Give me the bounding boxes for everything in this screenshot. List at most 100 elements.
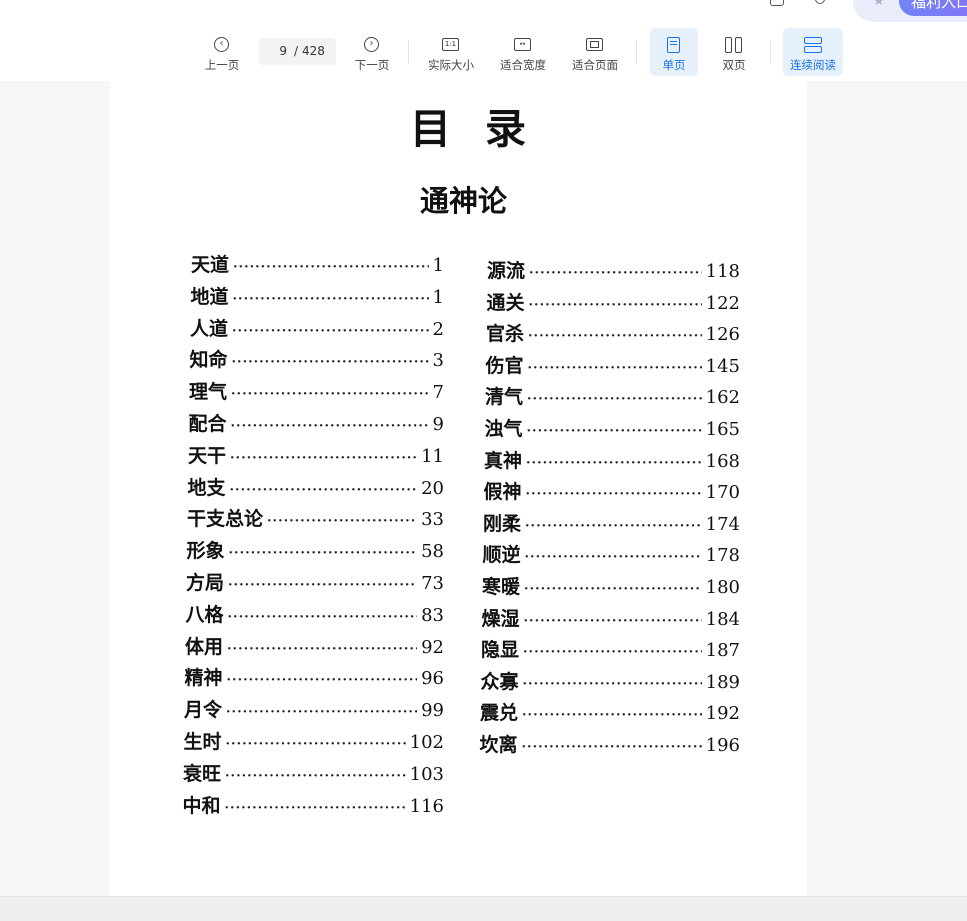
toc-entry-page: 165 xyxy=(705,419,740,440)
single-page-icon xyxy=(667,37,680,53)
toc-entry[interactable]: 方局······································… xyxy=(186,568,444,595)
toc-leader-dots: ········································… xyxy=(526,424,702,439)
toc-leader-dots: ········································… xyxy=(230,419,429,434)
toc-leader-dots: ········································… xyxy=(522,676,702,692)
toc-entry[interactable]: 刚柔······································… xyxy=(483,509,740,536)
toolbar-divider xyxy=(408,40,409,64)
toc-entry[interactable]: 天道······································… xyxy=(191,250,444,277)
double-page-button[interactable]: 双页 xyxy=(710,28,758,76)
next-page-button[interactable]: › 下一页 xyxy=(348,28,396,76)
toc-entry[interactable]: 人道······································… xyxy=(190,314,444,341)
toc-entry-title: 顺逆 xyxy=(482,544,521,567)
toc-entry-title: 地道 xyxy=(190,285,229,308)
toc-entry[interactable]: 八格······································… xyxy=(186,600,445,627)
single-page-button[interactable]: 单页 xyxy=(650,28,698,76)
toc-entry-page: 3 xyxy=(432,350,444,372)
toc-leader-dots: ········································… xyxy=(228,546,418,562)
toc-entry-title: 隐显 xyxy=(481,639,520,662)
toc-leader-dots: ········································… xyxy=(228,578,417,593)
current-page-value[interactable]: 9 xyxy=(275,38,287,65)
toc-entry-page: 1 xyxy=(432,286,444,308)
toc-entry-title: 月令 xyxy=(184,699,223,722)
toc-entry[interactable]: 知命······································… xyxy=(190,345,445,372)
toc-entry[interactable]: 隐显······································… xyxy=(481,635,740,662)
toc-entry[interactable]: 精神······································… xyxy=(185,663,445,690)
toc-entry-title: 通关 xyxy=(486,291,525,314)
chevron-right-icon: › xyxy=(364,37,379,52)
toc-entry-page: 187 xyxy=(705,640,740,662)
toc-entry[interactable]: 中和······································… xyxy=(183,791,445,818)
toc-leader-dots: ········································… xyxy=(527,360,702,376)
promo-button[interactable]: 福利入口 xyxy=(899,0,967,16)
toc-entry-title: 形象 xyxy=(186,540,225,563)
toc-leader-dots: ········································… xyxy=(225,737,406,752)
toc-entry[interactable]: 形象······································… xyxy=(187,536,445,563)
toc-entry[interactable]: 干支总论····································… xyxy=(187,504,444,531)
toc-entry-title: 天道 xyxy=(191,254,230,276)
fit-page-button[interactable]: 适合页面 xyxy=(567,28,623,76)
toc-entry-title: 理气 xyxy=(189,381,228,404)
toc-entry[interactable]: 众寡······································… xyxy=(481,667,741,694)
toc-leader-dots: ········································… xyxy=(524,582,702,597)
toc-leader-dots: ········································… xyxy=(230,450,417,466)
toc-entry[interactable]: 顺逆······································… xyxy=(483,540,741,567)
toc-entry-title: 源流 xyxy=(487,260,526,282)
toc-entry[interactable]: 清气······································… xyxy=(485,382,740,409)
pin-icon[interactable] xyxy=(815,0,825,4)
toc-leader-dots: ········································… xyxy=(523,645,702,661)
window-icon[interactable] xyxy=(770,0,784,6)
toc-entry-title: 坎离 xyxy=(479,734,518,756)
toc-entry[interactable]: 源流······································… xyxy=(487,256,740,283)
toc-leader-dots: ········································… xyxy=(523,613,702,629)
toc-subtitle: 通神论 xyxy=(420,184,508,218)
toc-entry[interactable]: 浊气······································… xyxy=(485,414,741,441)
single-page-label: 单页 xyxy=(662,58,686,72)
toc-entry-page: 102 xyxy=(409,732,444,753)
toc-entry-page: 99 xyxy=(421,700,444,722)
toc-entry[interactable]: 真神······································… xyxy=(484,446,740,473)
toc-entry-page: 33 xyxy=(421,509,444,531)
toc-entry-title: 体用 xyxy=(185,635,224,658)
toc-entry[interactable]: 生时······································… xyxy=(184,727,445,754)
toc-entry[interactable]: 震兑······································… xyxy=(480,698,740,725)
toc-entry-title: 干支总论 xyxy=(187,508,264,531)
actual-size-button[interactable]: 1:1 实际大小 xyxy=(423,28,479,76)
toc-entry[interactable]: 寒暖······································… xyxy=(482,572,740,599)
toc-entry-title: 真神 xyxy=(484,449,523,472)
toc-entry[interactable]: 理气······································… xyxy=(189,377,444,404)
toc-entry-page: 9 xyxy=(432,414,444,435)
page-number-input[interactable]: 9 / 428 xyxy=(259,38,336,65)
toc-entry[interactable]: 燥湿······································… xyxy=(482,604,741,631)
toc-entry[interactable]: 体用······································… xyxy=(185,632,444,659)
toc-entry[interactable]: 通关······································… xyxy=(487,288,741,315)
toc-entry[interactable]: 配合······································… xyxy=(189,409,445,436)
toc-entry-title: 伤官 xyxy=(485,354,524,377)
prev-page-button[interactable]: ‹ 上一页 xyxy=(198,28,246,76)
toolbar-divider xyxy=(636,40,637,64)
toc-entry-page: 196 xyxy=(705,735,740,756)
toc-entry[interactable]: 官杀······································… xyxy=(486,319,740,346)
toc-entry-page: 145 xyxy=(705,355,740,377)
toc-entry-page: 2 xyxy=(432,318,444,340)
toc-entry[interactable]: 天干······································… xyxy=(188,441,444,468)
toc-title: 目录 xyxy=(410,105,560,153)
toc-entry[interactable]: 地支······································… xyxy=(188,473,445,500)
toc-entry[interactable]: 月令······································… xyxy=(184,695,444,722)
toc-leader-dots: ········································… xyxy=(525,518,702,534)
toc-entry[interactable]: 地道······································… xyxy=(191,282,445,309)
toc-entry-page: 122 xyxy=(705,292,740,314)
toc-entry[interactable]: 坎离······································… xyxy=(480,730,741,757)
toc-entry-page: 192 xyxy=(705,703,740,725)
toc-entry[interactable]: 伤官······································… xyxy=(486,351,741,378)
toc-entry-page: 92 xyxy=(421,636,444,658)
fit-width-button[interactable]: ↔ 适合宽度 xyxy=(495,28,551,76)
promo-pill[interactable]: ★ 福利入口 xyxy=(853,0,967,22)
toc-leader-dots: ········································… xyxy=(233,260,429,275)
continuous-read-button[interactable]: 连续阅读 xyxy=(783,28,843,76)
toc-leader-dots: ········································… xyxy=(521,740,702,755)
toc-leader-dots: ········································… xyxy=(522,708,702,724)
toc-leader-dots: ········································… xyxy=(224,800,406,816)
toc-entry[interactable]: 假神······································… xyxy=(484,477,741,504)
toc-entry[interactable]: 衰旺······································… xyxy=(183,759,444,786)
double-page-icon xyxy=(725,37,743,53)
